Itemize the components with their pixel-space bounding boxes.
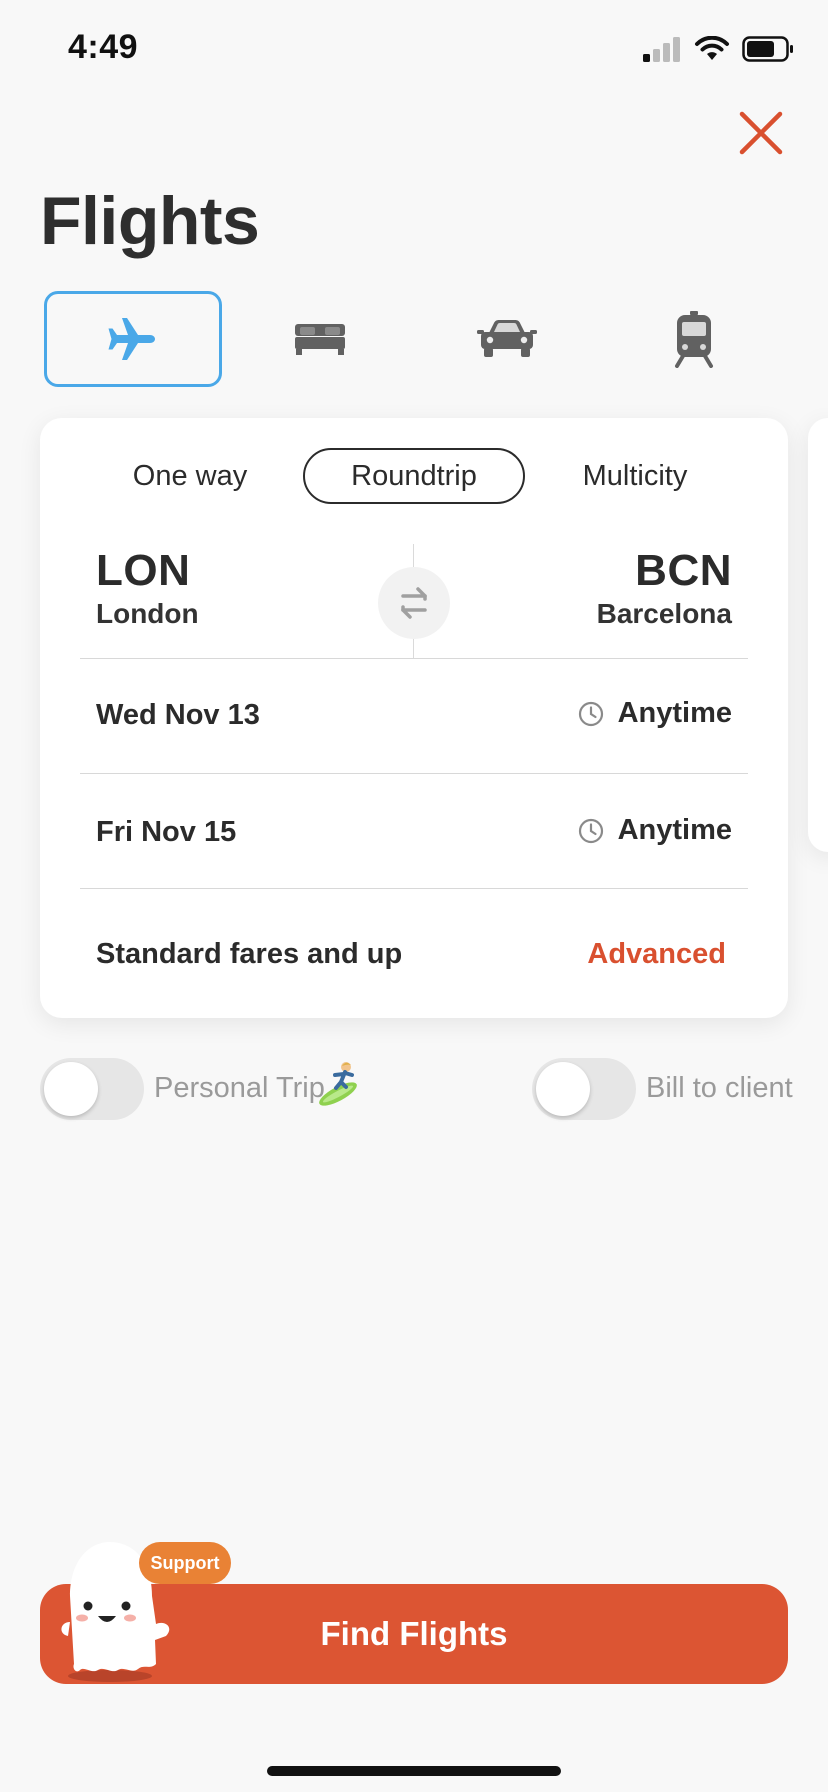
- destination-field[interactable]: BCN Barcelona: [597, 546, 732, 630]
- car-icon: [477, 320, 537, 357]
- find-flights-label: Find Flights: [320, 1615, 508, 1652]
- airplane-icon: [108, 318, 155, 360]
- depart-date-row[interactable]: Wed Nov 13 Anytime: [80, 659, 748, 773]
- depart-date: Wed Nov 13: [96, 699, 260, 731]
- bed-icon: [295, 324, 345, 355]
- toggle-knob: [536, 1062, 590, 1116]
- trip-type-multicity[interactable]: Multicity: [560, 448, 710, 504]
- tab-hotels[interactable]: [231, 291, 409, 387]
- divider: [80, 888, 748, 889]
- clock-icon: [578, 818, 603, 843]
- status-icons: [642, 34, 794, 64]
- bill-to-client-toggle[interactable]: [532, 1058, 636, 1120]
- swap-arrows-icon: [401, 587, 427, 619]
- origin-city: London: [96, 598, 199, 629]
- close-icon: [739, 111, 783, 155]
- close-button[interactable]: [734, 106, 788, 160]
- home-indicator: [267, 1766, 561, 1776]
- return-date: Fri Nov 15: [96, 816, 237, 848]
- bill-to-client-label: Bill to client: [646, 1072, 793, 1104]
- return-time: Anytime: [617, 814, 732, 846]
- next-card-peek: [808, 418, 828, 852]
- status-time: 4:49: [68, 28, 139, 66]
- flight-search-card: One way Roundtrip Multicity LON London B…: [40, 418, 788, 1018]
- wifi-icon: [695, 36, 729, 60]
- tab-trains[interactable]: [605, 291, 783, 387]
- return-date-row[interactable]: Fri Nov 15 Anytime: [80, 774, 748, 888]
- support-badge[interactable]: Support: [139, 1542, 231, 1584]
- clock-icon: [578, 701, 603, 726]
- battery-icon: [742, 36, 793, 62]
- fare-class-label: Standard fares and up: [96, 938, 403, 970]
- return-time-selector[interactable]: Anytime: [578, 814, 732, 847]
- advanced-options-link[interactable]: Advanced: [587, 938, 726, 971]
- personal-trip-label: Personal Trip: [154, 1072, 325, 1104]
- tab-flights[interactable]: [44, 291, 222, 387]
- train-icon: [675, 311, 713, 368]
- cellular-signal-icon: [643, 37, 680, 62]
- origin-field[interactable]: LON London: [96, 546, 199, 630]
- destination-code: BCN: [635, 546, 732, 595]
- toggle-knob: [44, 1062, 98, 1116]
- trip-type-roundtrip[interactable]: Roundtrip: [303, 448, 525, 504]
- trip-type-one-way[interactable]: One way: [115, 448, 265, 504]
- page-title: Flights: [40, 183, 260, 259]
- surfer-emoji-icon: [316, 1060, 362, 1106]
- tab-cars[interactable]: [418, 291, 596, 387]
- destination-city: Barcelona: [596, 598, 732, 629]
- personal-trip-toggle[interactable]: [40, 1058, 144, 1120]
- depart-time-selector[interactable]: Anytime: [578, 697, 732, 730]
- depart-time: Anytime: [617, 697, 732, 729]
- origin-code: LON: [96, 546, 191, 595]
- swap-button[interactable]: [378, 567, 450, 639]
